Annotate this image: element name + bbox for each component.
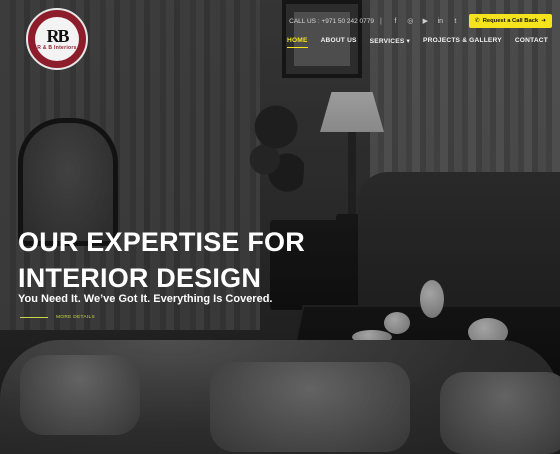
logo-name: R & B Interiors (37, 45, 77, 51)
phone-number[interactable]: CALL US : +971 50 242 0779 (289, 18, 374, 25)
nav-item-projects[interactable]: PROJECTS & GALLERY (423, 37, 502, 48)
nav-item-services[interactable]: SERVICES ▾ (370, 37, 410, 48)
arrow-icon: ➜ (541, 18, 546, 24)
headline-line-1: OUR EXPERTISE FOR (18, 227, 305, 257)
nav-item-home[interactable]: HOME (287, 37, 308, 48)
facebook-icon[interactable]: f (392, 18, 399, 25)
hero-subline: You Need It. We’ve Got It. Everything Is… (18, 293, 273, 305)
more-details-link[interactable]: MORE DETAILS (20, 315, 95, 320)
separator: | (380, 17, 382, 25)
youtube-icon[interactable]: ▶ (422, 18, 429, 25)
social-links: f ◎ ▶ in t (392, 18, 459, 25)
twitter-icon[interactable]: t (452, 18, 459, 25)
more-details-label: MORE DETAILS (56, 315, 95, 320)
logo-monogram: RB (46, 26, 69, 46)
headline-line-2: INTERIOR DESIGN (18, 263, 262, 293)
logo-inner: RB R & B Interiors (35, 17, 79, 61)
nav-item-about[interactable]: ABOUT US (321, 37, 357, 48)
hero-headline: OUR EXPERTISE FOR INTERIOR DESIGN (18, 224, 305, 296)
phone-icon: ✆ (474, 18, 480, 24)
brand-logo[interactable]: RB R & B Interiors (26, 8, 88, 70)
nav-item-contact[interactable]: CONTACT (515, 37, 548, 48)
request-callback-button[interactable]: ✆ Request a Call Back ➜ (468, 14, 552, 28)
main-nav: HOME ABOUT US SERVICES ▾ PROJECTS & GALL… (287, 37, 548, 48)
top-bar: CALL US : +971 50 242 0779 | f ◎ ▶ in t … (289, 14, 552, 28)
callback-label: Request a Call Back (482, 18, 539, 24)
instagram-icon[interactable]: ◎ (407, 18, 414, 25)
more-details-line (20, 317, 48, 318)
linkedin-icon[interactable]: in (437, 18, 444, 25)
